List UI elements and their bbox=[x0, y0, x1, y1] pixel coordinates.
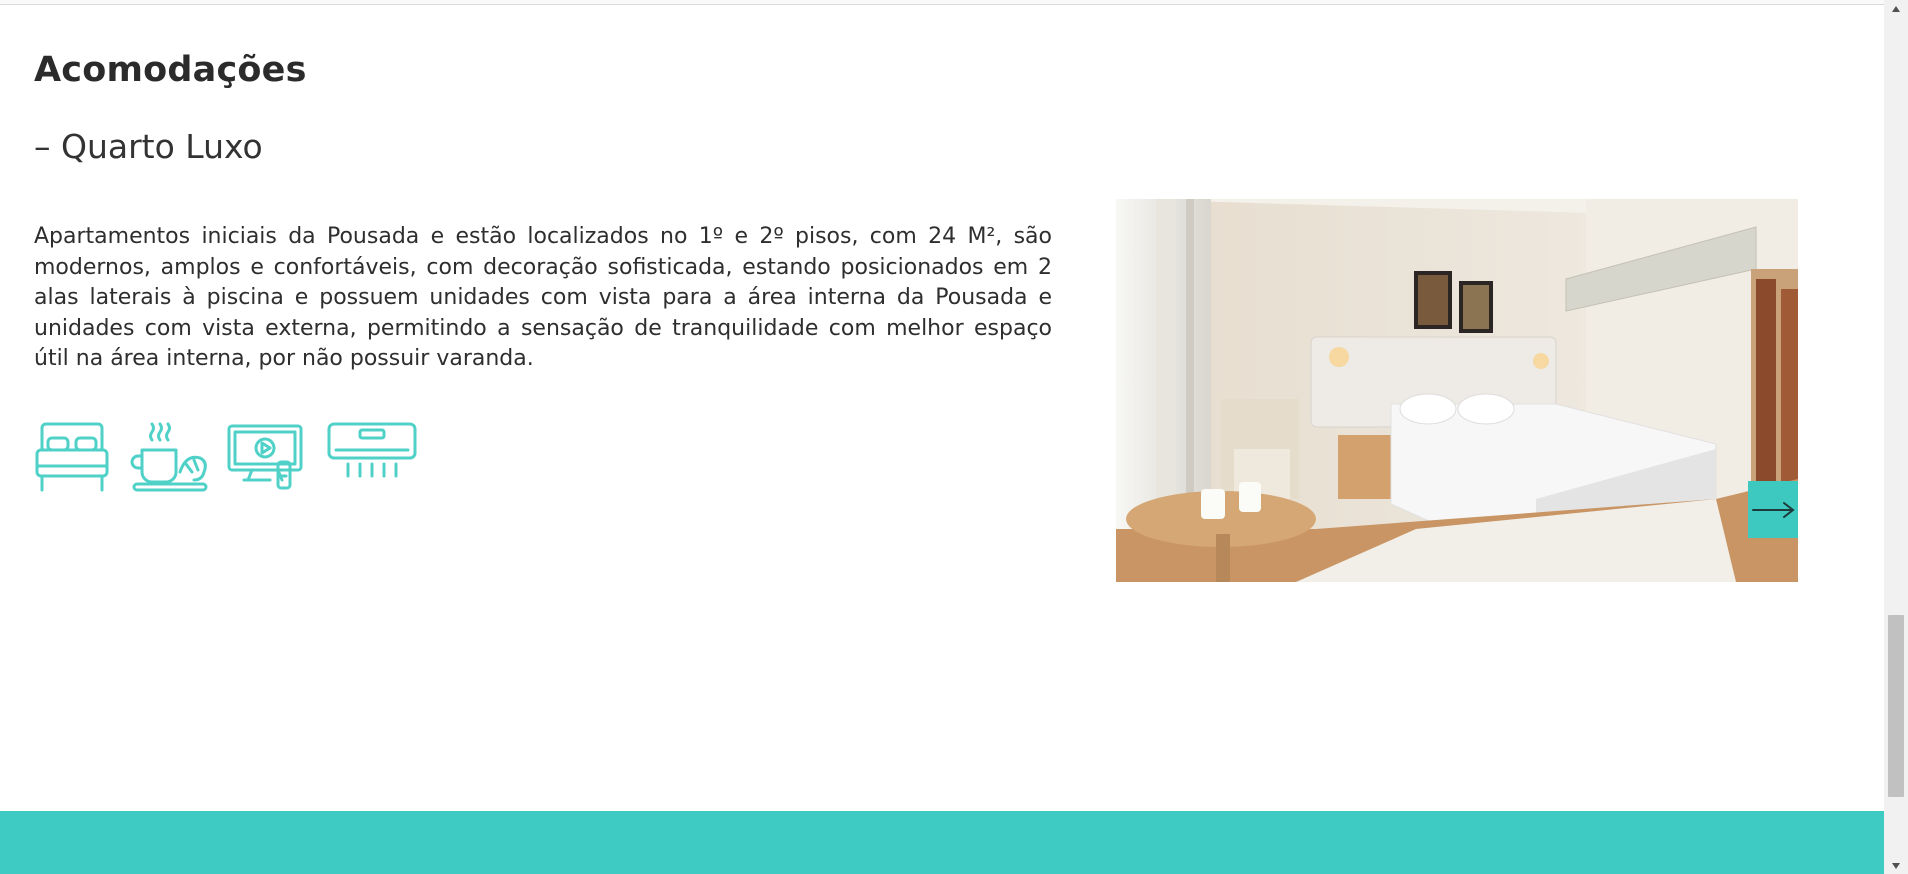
room-name: – Quarto Luxo bbox=[34, 127, 263, 166]
air-conditioner-icon bbox=[326, 420, 418, 482]
scroll-up-button[interactable] bbox=[1884, 0, 1908, 17]
room-photo-carousel bbox=[1116, 199, 1798, 582]
triangle-up-icon bbox=[1892, 5, 1900, 12]
triangle-down-icon bbox=[1892, 862, 1900, 869]
room-photo bbox=[1116, 199, 1798, 582]
bed-icon bbox=[34, 420, 110, 494]
arrow-right-icon bbox=[1752, 501, 1795, 518]
accommodations-section: Acomodações – Quarto Luxo Apartamentos i… bbox=[34, 0, 1798, 811]
breakfast-icon bbox=[130, 420, 210, 494]
room-description: Apartamentos iniciais da Pousada e estão… bbox=[34, 224, 1052, 371]
vertical-scrollbar[interactable] bbox=[1884, 0, 1908, 874]
scroll-thumb[interactable] bbox=[1888, 615, 1904, 797]
footer-bar bbox=[0, 811, 1884, 874]
scroll-down-button[interactable] bbox=[1884, 857, 1908, 874]
carousel-next-button[interactable] bbox=[1748, 481, 1798, 538]
tv-icon bbox=[226, 420, 306, 494]
section-title: Acomodações bbox=[34, 50, 307, 90]
